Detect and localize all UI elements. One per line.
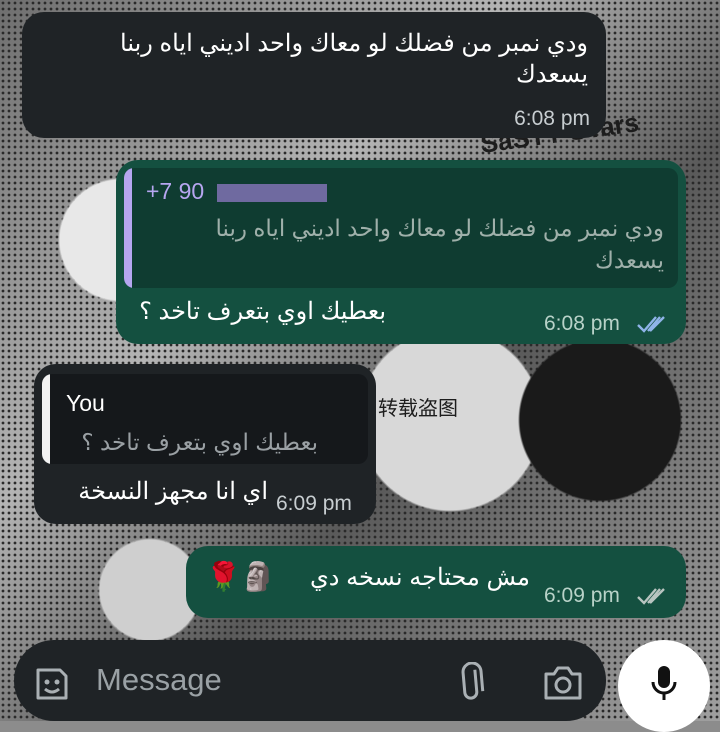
quoted-message[interactable]: You بعطيك اوي بتعرف تاخد ؟ xyxy=(42,374,368,464)
message-text: بعطيك اوي بتعرف تاخد ؟ xyxy=(139,298,386,325)
message-text: اي انا مجهز النسخة xyxy=(78,478,268,505)
wallpaper-chinese-text: 转载盗图 xyxy=(378,398,458,420)
quoted-message[interactable]: +7 90 ودي نمبر من فضلك لو معاك واحد ادين… xyxy=(124,168,678,288)
redacted-number xyxy=(216,183,327,202)
message-text: ودي نمبر من فضلك لو معاك واحد اديني اياه… xyxy=(120,30,588,88)
quote-text: بعطيك اوي بتعرف تاخد ؟ xyxy=(81,429,318,455)
message-bubble-outgoing[interactable]: +7 90 ودي نمبر من فضلك لو معاك واحد ادين… xyxy=(116,160,686,344)
message-time: 6:09 pm xyxy=(544,584,620,607)
message-composer[interactable]: Message xyxy=(14,640,606,721)
message-bubble-incoming[interactable]: You بعطيك اوي بتعرف تاخد ؟ اي انا مجهز ا… xyxy=(34,364,376,524)
quote-sender: You xyxy=(66,390,105,416)
quote-accent-bar xyxy=(124,168,132,288)
message-bubble-incoming[interactable]: ودي نمبر من فضلك لو معاك واحد اديني اياه… xyxy=(22,12,606,138)
camera-icon[interactable] xyxy=(542,664,584,702)
sticker-icon[interactable] xyxy=(32,664,72,704)
quote-text: ودي نمبر من فضلك لو معاك واحد اديني اياه… xyxy=(215,215,664,273)
emoji-group: 🌹🗿 xyxy=(206,561,276,592)
quote-sender: +7 90 xyxy=(146,178,327,205)
double-check-icon xyxy=(637,316,665,333)
message-text: مش محتاجه نسخه دي xyxy=(310,564,530,591)
message-time: 6:09 pm xyxy=(276,492,352,515)
double-check-icon xyxy=(637,588,665,605)
voice-record-button[interactable] xyxy=(618,640,710,732)
paperclip-icon[interactable] xyxy=(454,662,490,704)
message-time: 6:08 pm xyxy=(544,312,620,335)
quote-accent-bar xyxy=(42,374,50,464)
message-input[interactable]: Message xyxy=(96,662,222,698)
message-time: 6:08 pm xyxy=(514,107,590,130)
message-bubble-outgoing[interactable]: 🌹🗿 مش محتاجه نسخه دي 6:09 pm xyxy=(186,546,686,618)
microphone-icon xyxy=(651,666,677,700)
